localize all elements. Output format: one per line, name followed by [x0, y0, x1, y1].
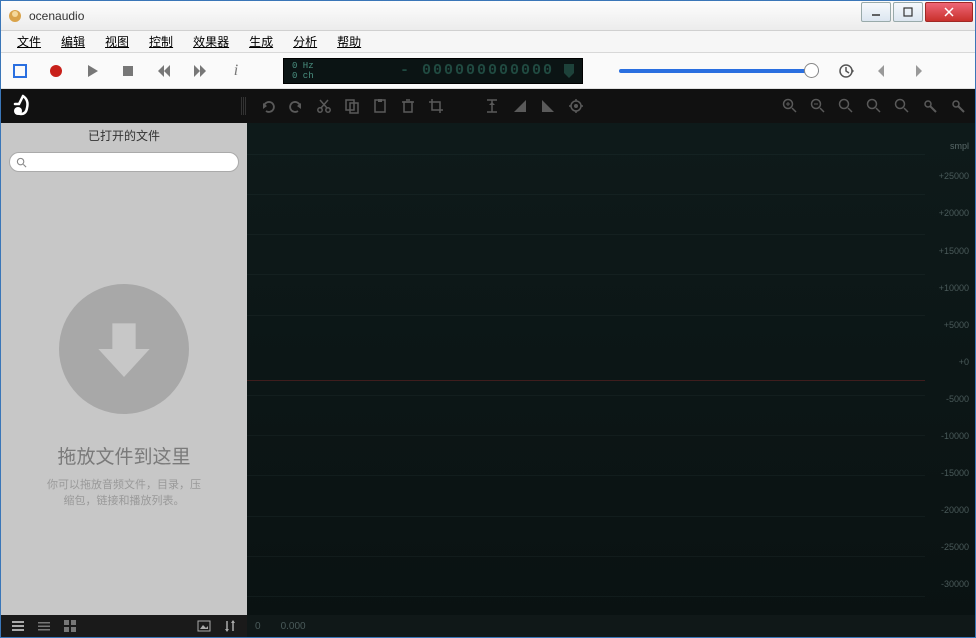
ocenaudio-logo-icon: [9, 92, 37, 120]
zoom-in-icon[interactable]: [781, 97, 799, 115]
sidebar-header: 已打开的文件: [1, 123, 247, 148]
menu-help[interactable]: 帮助: [327, 31, 371, 52]
crop-icon[interactable]: [427, 97, 445, 115]
zoom-fit-icon[interactable]: [865, 97, 883, 115]
redo-icon[interactable]: [287, 97, 305, 115]
status-left: 0: [255, 621, 261, 632]
marker-add-icon[interactable]: [921, 97, 939, 115]
lcd-time: - 000000000000: [324, 62, 554, 79]
copy-icon[interactable]: [343, 97, 361, 115]
delete-icon[interactable]: [399, 97, 417, 115]
waveform-canvas[interactable]: smpl +25000 +20000 +15000 +10000 +5000 +0 -500…: [247, 123, 975, 637]
menu-control[interactable]: 控制: [139, 31, 183, 52]
lcd-ch: 0 ch: [292, 71, 314, 81]
stop-button[interactable]: [119, 62, 137, 80]
picture-icon[interactable]: [197, 619, 211, 633]
forward-button[interactable]: [191, 62, 209, 80]
minimize-button[interactable]: [861, 2, 891, 22]
paste-icon[interactable]: [371, 97, 389, 115]
title-bar: ocenaudio: [1, 1, 975, 31]
ruler-tick: +10000: [939, 283, 969, 293]
volume-thumb[interactable]: [804, 63, 819, 78]
ruler-tick: -20000: [941, 505, 969, 515]
app-icon: [7, 8, 23, 24]
main-area: 已打开的文件 拖放文件到这里 你可以拖放音频文件，目录，压 缩包，链接和播放列表…: [1, 123, 975, 637]
ruler-tick: +5000: [944, 320, 969, 330]
menu-effects[interactable]: 效果器: [183, 31, 239, 52]
ruler-tick: +20000: [939, 208, 969, 218]
effect-icon[interactable]: [567, 97, 585, 115]
zoom-selection-icon[interactable]: [837, 97, 855, 115]
normalize-icon[interactable]: [483, 97, 501, 115]
volume-slider[interactable]: [619, 69, 819, 73]
search-icon: [16, 157, 27, 168]
ruler-tick: -5000: [946, 394, 969, 404]
search-input[interactable]: [9, 152, 239, 172]
lcd-hz: 0 Hz: [292, 61, 314, 71]
sort-icon[interactable]: [223, 619, 237, 633]
drop-subtitle: 你可以拖放音频文件，目录，压 缩包，链接和播放列表。: [47, 477, 201, 509]
record-button[interactable]: [47, 62, 65, 80]
nav-back-button[interactable]: [873, 62, 891, 80]
fadeout-icon[interactable]: [539, 97, 557, 115]
ruler-tick: +0: [959, 357, 969, 367]
zoom-vertical-icon[interactable]: [893, 97, 911, 115]
rewind-button[interactable]: [155, 62, 173, 80]
menu-file[interactable]: 文件: [7, 31, 51, 52]
app-window: ocenaudio 文件 编辑 视图 控制 效果器 生成 分析 帮助 i 0 H…: [0, 0, 976, 638]
maximize-button[interactable]: [893, 2, 923, 22]
menu-edit[interactable]: 编辑: [51, 31, 95, 52]
ruler-unit: smpl: [950, 141, 969, 151]
window-title: ocenaudio: [29, 9, 84, 23]
sidebar: 已打开的文件 拖放文件到这里 你可以拖放音频文件，目录，压 缩包，链接和播放列表…: [1, 123, 247, 637]
menu-analyze[interactable]: 分析: [283, 31, 327, 52]
status-time: 0.000: [281, 621, 306, 632]
cut-icon[interactable]: [315, 97, 333, 115]
ruler-tick: -25000: [941, 542, 969, 552]
zoom-out-icon[interactable]: [809, 97, 827, 115]
view-compact-icon[interactable]: [37, 619, 51, 633]
ruler-tick: -15000: [941, 468, 969, 478]
close-button[interactable]: [925, 2, 973, 22]
lcd-marker-icon: [564, 64, 574, 78]
ruler-tick: +25000: [939, 171, 969, 181]
history-button[interactable]: [837, 62, 855, 80]
separator-icon: [241, 97, 247, 115]
view-list-icon[interactable]: [11, 619, 25, 633]
stop-square-button[interactable]: [11, 62, 29, 80]
nav-forward-button[interactable]: [909, 62, 927, 80]
marker-remove-icon[interactable]: [949, 97, 967, 115]
play-button[interactable]: [83, 62, 101, 80]
sidebar-footer: [1, 615, 247, 637]
menu-bar: 文件 编辑 视图 控制 效果器 生成 分析 帮助: [1, 31, 975, 53]
lcd-display: 0 Hz 0 ch - 000000000000: [283, 58, 583, 84]
ruler-tick: -10000: [941, 431, 969, 441]
edit-toolbar: [1, 89, 975, 123]
zero-line: [247, 380, 925, 381]
transport-toolbar: i 0 Hz 0 ch - 000000000000: [1, 53, 975, 89]
fadein-icon[interactable]: [511, 97, 529, 115]
view-grid-icon[interactable]: [63, 619, 77, 633]
drop-title: 拖放文件到这里: [57, 442, 190, 469]
menu-generate[interactable]: 生成: [239, 31, 283, 52]
undo-icon[interactable]: [259, 97, 277, 115]
drop-arrow-icon: [59, 284, 189, 414]
window-controls: [859, 2, 973, 22]
menu-view[interactable]: 视图: [95, 31, 139, 52]
ruler-tick: +15000: [939, 246, 969, 256]
info-button[interactable]: i: [227, 62, 245, 80]
drop-zone[interactable]: 拖放文件到这里 你可以拖放音频文件，目录，压 缩包，链接和播放列表。: [1, 178, 247, 615]
ruler-tick: -30000: [941, 579, 969, 589]
canvas-status-bar: 0 0.000: [247, 615, 975, 637]
amplitude-ruler: smpl +25000 +20000 +15000 +10000 +5000 +0 -500…: [929, 143, 975, 617]
